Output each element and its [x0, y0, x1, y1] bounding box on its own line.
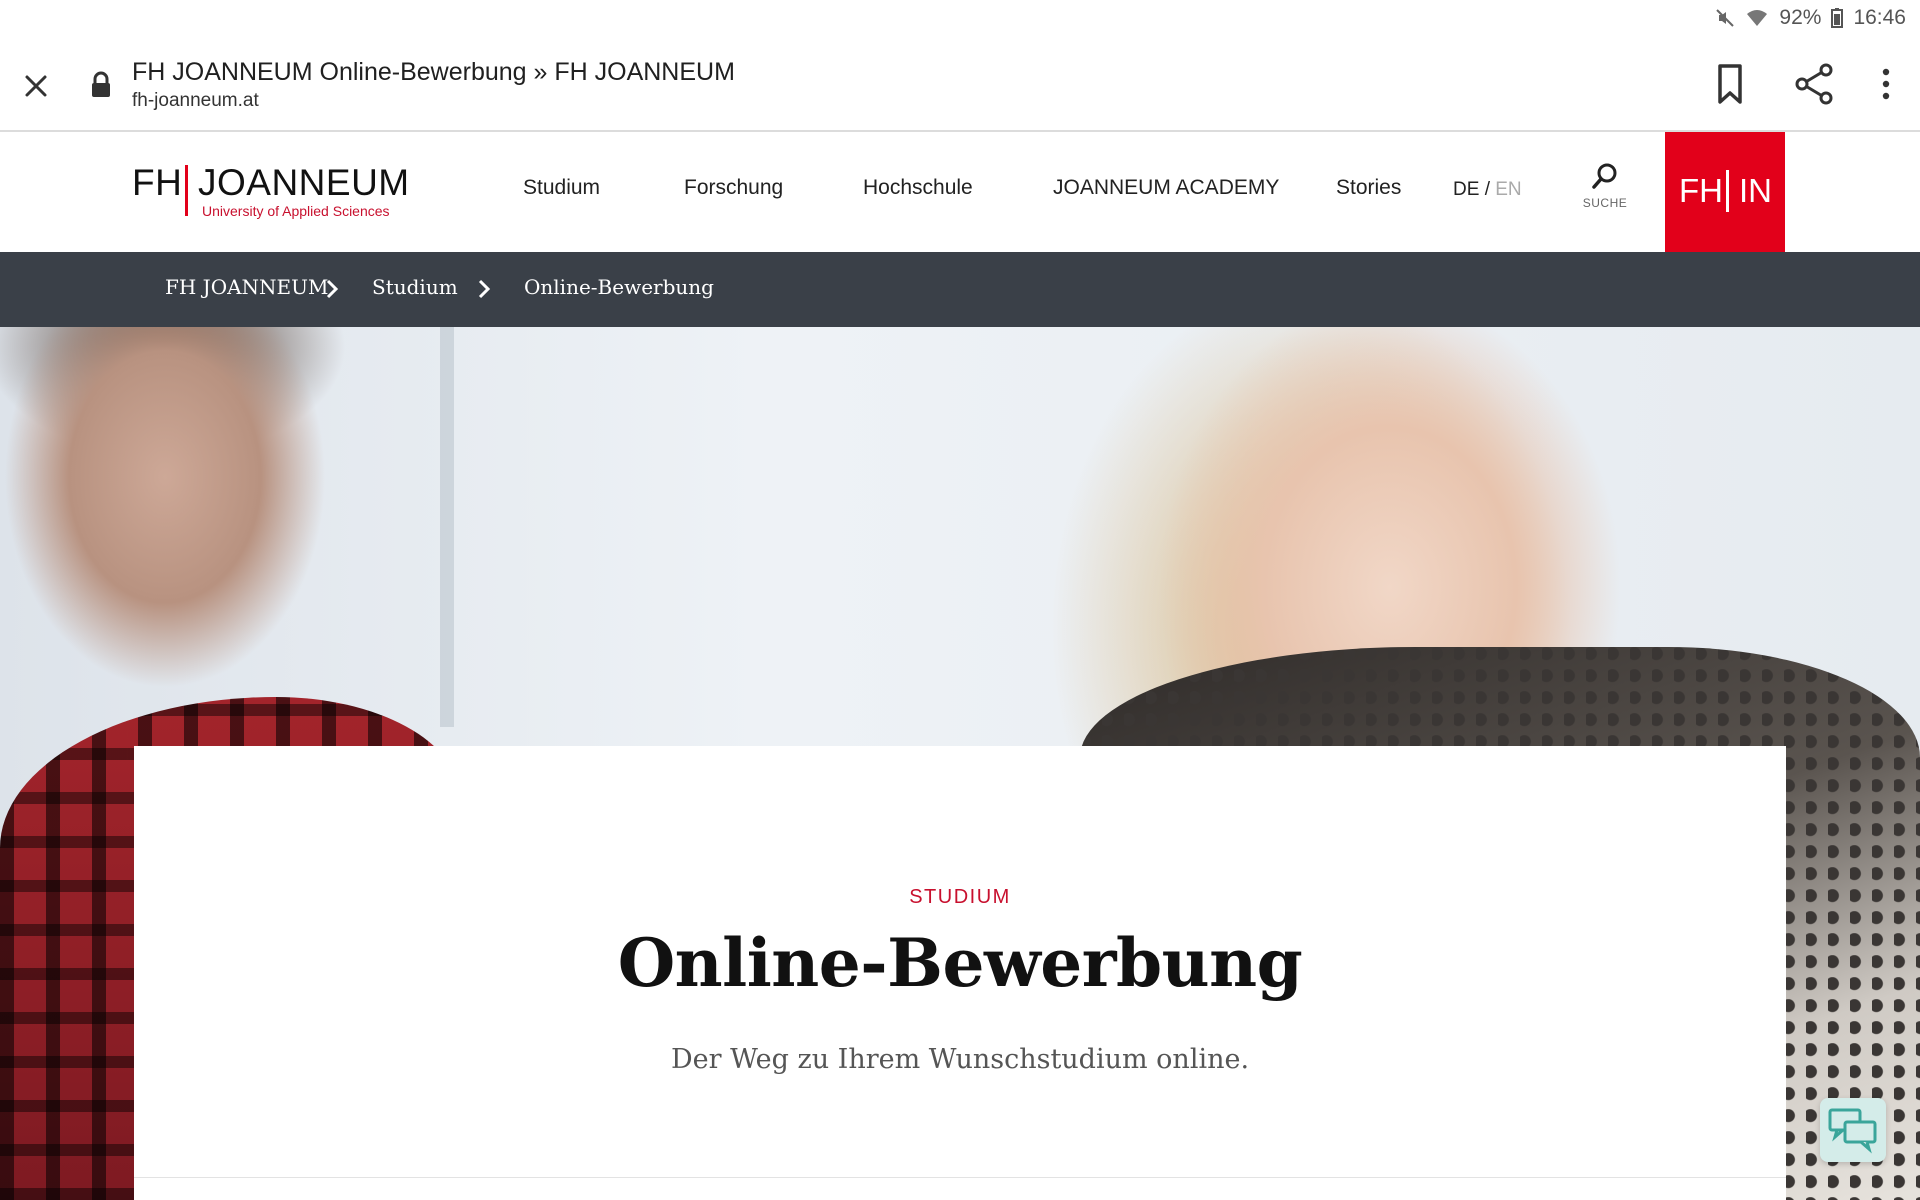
status-indicators: 92% 16:46 — [1715, 6, 1906, 30]
fh-intranet-button[interactable]: FH IN — [1665, 132, 1785, 252]
battery-icon — [1831, 8, 1844, 28]
site-logo[interactable]: FH JOANNEUM University of Applied Scienc… — [132, 162, 409, 222]
page-subheading: Der Weg zu Ihrem Wunschstudium online. — [670, 1044, 1250, 1075]
site-header: FH JOANNEUM University of Applied Scienc… — [0, 132, 1920, 252]
search-icon — [1580, 162, 1630, 190]
page-heading: Online-Bewerbung — [617, 924, 1303, 1002]
status-bar: 92% 16:46 — [0, 0, 1920, 38]
chevron-right-icon — [322, 277, 342, 301]
lang-en[interactable]: EN — [1495, 179, 1521, 200]
chevron-right-icon — [474, 277, 494, 301]
browser-toolbar: FH JOANNEUM Online-Bewerbung » FH JOANNE… — [0, 38, 1920, 132]
fhin-in-label: IN — [1739, 172, 1772, 209]
lang-de[interactable]: DE — [1453, 179, 1479, 200]
search-label: SUCHE — [1582, 196, 1628, 210]
search-button[interactable]: SUCHE — [1580, 162, 1630, 222]
breadcrumb: FH JOANNEUM Studium Online-Bewerbung — [0, 252, 1920, 327]
breadcrumb-current: Online-Bewerbung — [524, 275, 714, 299]
logo-joanneum: JOANNEUM — [198, 162, 410, 203]
bookmark-icon[interactable] — [1706, 60, 1754, 108]
nav-item-joanneum-academy[interactable]: JOANNEUM ACADEMY — [1053, 176, 1279, 200]
wifi-icon — [1745, 8, 1769, 28]
lock-icon — [90, 71, 112, 99]
clock: 16:46 — [1853, 6, 1906, 29]
logo-divider — [185, 165, 188, 216]
nav-item-forschung[interactable]: Forschung — [684, 176, 783, 200]
chat-button[interactable] — [1820, 1098, 1886, 1162]
fhin-fh-label: FH — [1679, 172, 1723, 209]
breadcrumb-home[interactable]: FH JOANNEUM — [165, 275, 328, 299]
fhin-divider — [1726, 170, 1729, 212]
page-title: FH JOANNEUM Online-Bewerbung » FH JOANNE… — [132, 58, 735, 86]
more-vert-icon[interactable] — [1866, 60, 1914, 108]
mute-icon — [1715, 8, 1735, 28]
page-url[interactable]: fh-joanneum.at — [132, 90, 259, 112]
section-kicker: STUDIUM — [909, 886, 1011, 908]
share-icon[interactable] — [1790, 60, 1838, 108]
logo-subtitle: University of Applied Sciences — [202, 203, 390, 219]
nav-item-stories[interactable]: Stories — [1336, 176, 1401, 200]
language-switcher: DE / EN — [1453, 179, 1522, 201]
nav-item-hochschule[interactable]: Hochschule — [863, 176, 973, 200]
card-divider — [134, 1177, 1786, 1178]
lang-separator: / — [1484, 179, 1490, 200]
window-frame — [440, 327, 454, 727]
battery-level: 92% — [1779, 6, 1822, 29]
close-icon[interactable] — [18, 68, 54, 104]
nav-item-studium[interactable]: Studium — [523, 176, 600, 200]
breadcrumb-studium[interactable]: Studium — [372, 275, 458, 299]
hero-card: STUDIUM Online-Bewerbung Der Weg zu Ihre… — [134, 746, 1786, 1200]
logo-fh: FH — [132, 162, 183, 203]
